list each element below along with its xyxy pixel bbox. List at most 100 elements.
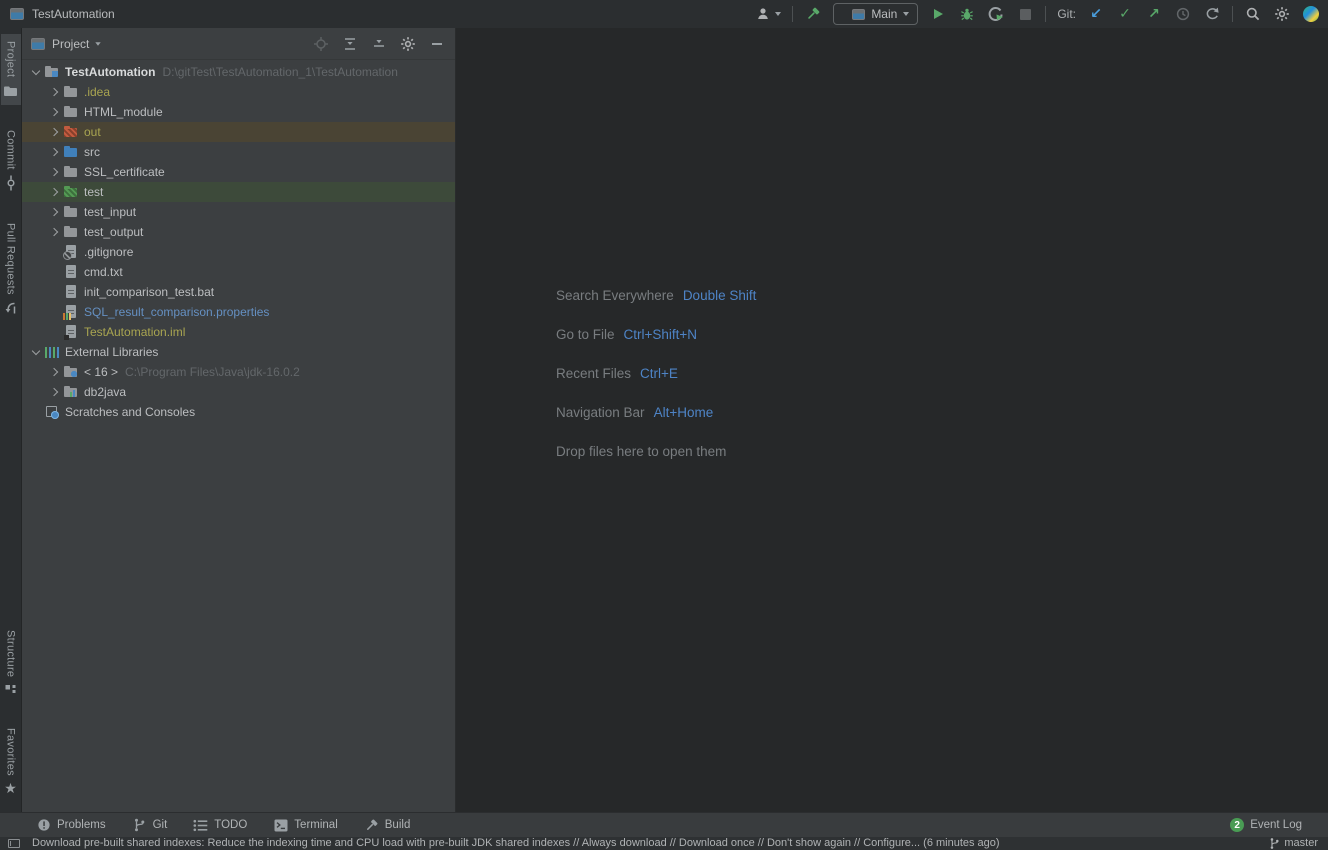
tree-item-label: cmd.txt: [84, 265, 123, 279]
chevron-right-icon[interactable]: [47, 229, 63, 235]
ide-window: TestAutomation Main: [0, 0, 1328, 850]
scratches-icon: [44, 404, 60, 420]
tree-item-cmd-txt[interactable]: cmd.txt: [22, 262, 455, 282]
toolwindow-button-label: TODO: [214, 819, 247, 831]
chevron-right-icon[interactable]: [47, 129, 63, 135]
tree-item-test[interactable]: test: [22, 182, 455, 202]
tree-item-gitignore[interactable]: .gitignore: [22, 242, 455, 262]
stripe-tab-pull-requests[interactable]: Pull Requests: [1, 216, 21, 323]
chevron-right-icon[interactable]: [47, 209, 63, 215]
status-message[interactable]: Download pre-built shared indexes: Reduc…: [32, 837, 1000, 850]
tree-item-label: SQL_result_comparison.properties: [84, 305, 269, 319]
event-log-button[interactable]: 2 Event Log: [1230, 818, 1302, 832]
stripe-tab-commit[interactable]: Commit: [1, 123, 21, 198]
tree-item-src[interactable]: src: [22, 142, 455, 162]
stripe-tab-favorites[interactable]: Favorites★: [1, 721, 21, 804]
structure-icon: [3, 682, 19, 698]
tree-item-16[interactable]: < 16 >C:\Program Files\Java\jdk-16.0.2: [22, 362, 455, 382]
properties-file-icon: [63, 304, 79, 320]
user-button[interactable]: [756, 3, 781, 25]
library-folder-icon: [63, 384, 79, 400]
chevron-right-icon[interactable]: [47, 189, 63, 195]
tree-item-label: out: [84, 125, 101, 139]
project-header-actions: [313, 36, 455, 52]
chevron-right-icon[interactable]: [47, 389, 63, 395]
tree-item-testautomation[interactable]: TestAutomationD:\gitTest\TestAutomation_…: [22, 62, 455, 82]
tree-item-label: TestAutomation: [65, 65, 155, 79]
source-folder-icon: [63, 144, 79, 160]
toolwindow-button-problems[interactable]: Problems: [36, 818, 106, 833]
git-update-button[interactable]: ↙: [1087, 3, 1105, 25]
chevron-right-icon[interactable]: [47, 89, 63, 95]
tree-item-out[interactable]: out: [22, 122, 455, 142]
search-everywhere-button[interactable]: [1244, 3, 1262, 25]
settings-button[interactable]: [1273, 3, 1291, 25]
chevron-right-icon[interactable]: [47, 109, 63, 115]
project-tool-window: Project T: [22, 28, 456, 812]
toolwindow-button-build[interactable]: Build: [364, 818, 411, 833]
tree-item-db2java[interactable]: db2java: [22, 382, 455, 402]
project-panel-title[interactable]: Project: [52, 37, 89, 51]
run-configuration-select[interactable]: Main: [833, 3, 918, 25]
locate-file-button[interactable]: [313, 36, 329, 52]
tree-item-sql-result-comparison-properties[interactable]: SQL_result_comparison.properties: [22, 302, 455, 322]
toolwindow-button-todo[interactable]: TODO: [193, 818, 247, 833]
tree-item-ssl-certificate[interactable]: SSL_certificate: [22, 162, 455, 182]
tool-window-layout-icon[interactable]: [8, 839, 20, 848]
chevron-right-icon[interactable]: [47, 169, 63, 175]
tree-item-path: C:\Program Files\Java\jdk-16.0.2: [125, 365, 300, 379]
tree-item-scratches-and-consoles[interactable]: Scratches and Consoles: [22, 402, 455, 422]
tree-item-init-comparison-test-bat[interactable]: init_comparison_test.bat: [22, 282, 455, 302]
branch-icon: [1269, 837, 1280, 850]
git-push-button[interactable]: ↗: [1145, 3, 1163, 25]
chevron-down-icon: [775, 12, 781, 16]
titlebar: TestAutomation Main: [0, 0, 1328, 28]
profile-avatar-button[interactable]: [1302, 3, 1320, 25]
bug-icon: [959, 6, 975, 22]
run-button[interactable]: [929, 3, 947, 25]
toolwindow-button-terminal[interactable]: Terminal: [273, 818, 337, 833]
pull-request-icon: [3, 300, 19, 316]
toolbar-separator: [1045, 6, 1046, 22]
tree-item-idea[interactable]: .idea: [22, 82, 455, 102]
expand-all-button[interactable]: [342, 36, 358, 52]
hint-row: Navigation BarAlt+Home: [556, 401, 756, 423]
tree-item-html-module[interactable]: HTML_module: [22, 102, 455, 122]
run-with-coverage-button[interactable]: [987, 3, 1005, 25]
tree-item-test-output[interactable]: test_output: [22, 222, 455, 242]
rollback-button[interactable]: [1203, 3, 1221, 25]
tree-item-test-input[interactable]: test_input: [22, 202, 455, 222]
toolwindow-button-label: Terminal: [294, 819, 337, 831]
chevron-right-icon[interactable]: [47, 369, 63, 375]
tree-item-label: test_output: [84, 225, 143, 239]
tree-item-label: test: [84, 185, 103, 199]
collapse-all-button[interactable]: [371, 36, 387, 52]
history-button[interactable]: [1174, 3, 1192, 25]
build-button[interactable]: [804, 3, 822, 25]
panel-settings-button[interactable]: [400, 36, 416, 52]
chevron-down-icon[interactable]: [96, 42, 101, 46]
toolwindow-button-git[interactable]: Git: [132, 818, 168, 833]
run-config-icon: [852, 9, 865, 20]
stop-button[interactable]: [1016, 3, 1034, 25]
tree-item-label: .idea: [84, 85, 110, 99]
folder-icon: [63, 104, 79, 120]
tree-item-testautomation-iml[interactable]: TestAutomation.iml: [22, 322, 455, 342]
chevron-down-icon[interactable]: [28, 71, 44, 74]
folder-icon: [63, 224, 79, 240]
excluded-folder-icon: [63, 124, 79, 140]
stripe-tab-project[interactable]: Project: [1, 34, 21, 105]
git-branch-widget[interactable]: master: [1269, 837, 1318, 850]
editor-area[interactable]: Search EverywhereDouble ShiftGo to FileC…: [456, 28, 1328, 812]
git-commit-button[interactable]: ✓: [1116, 3, 1134, 25]
debug-button[interactable]: [958, 3, 976, 25]
hide-panel-button[interactable]: [429, 36, 445, 52]
minus-icon: [432, 43, 442, 45]
test-folder-icon: [63, 184, 79, 200]
gear-icon: [1274, 6, 1290, 22]
commit-icon: [3, 175, 19, 191]
tree-item-external-libraries[interactable]: External Libraries: [22, 342, 455, 362]
chevron-right-icon[interactable]: [47, 149, 63, 155]
chevron-down-icon[interactable]: [28, 351, 44, 354]
stripe-tab-structure[interactable]: Structure: [1, 623, 21, 705]
